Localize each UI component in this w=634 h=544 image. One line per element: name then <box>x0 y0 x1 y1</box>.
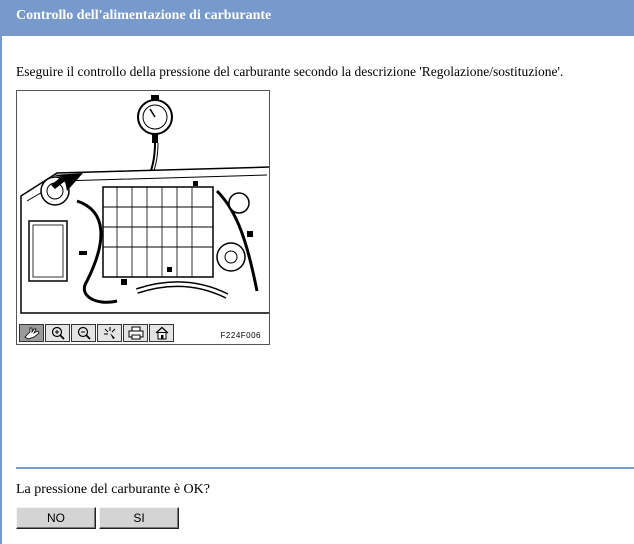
yes-button[interactable]: SI <box>99 507 179 529</box>
window-title: Controllo dell'alimentazione di carburan… <box>16 8 272 23</box>
engine-illustration: F224F006 <box>16 90 270 345</box>
section-divider <box>16 467 634 469</box>
window-title-bar: Controllo dell'alimentazione di carburan… <box>0 0 634 36</box>
hand-pan-icon <box>23 327 40 340</box>
home-icon <box>155 326 168 340</box>
highlight-button[interactable] <box>97 324 122 342</box>
image-toolbar <box>19 324 174 342</box>
zoom-out-button[interactable] <box>71 324 96 342</box>
figure-code: F224F006 <box>220 331 261 340</box>
fuel-pressure-gauge-diagram <box>20 95 269 314</box>
no-button[interactable]: NO <box>16 507 96 529</box>
print-button[interactable] <box>123 324 148 342</box>
question-text: La pressione del carburante è OK? <box>16 482 210 497</box>
print-icon <box>128 326 143 340</box>
highlight-icon <box>103 327 115 339</box>
zoom-in-button[interactable] <box>45 324 70 342</box>
instruction-text: Eseguire il controllo della pressione de… <box>16 64 564 79</box>
pan-button[interactable] <box>19 324 44 342</box>
zoom-out-icon <box>77 326 91 340</box>
zoom-in-icon <box>51 326 65 340</box>
home-button[interactable] <box>149 324 174 342</box>
left-border <box>0 36 2 544</box>
